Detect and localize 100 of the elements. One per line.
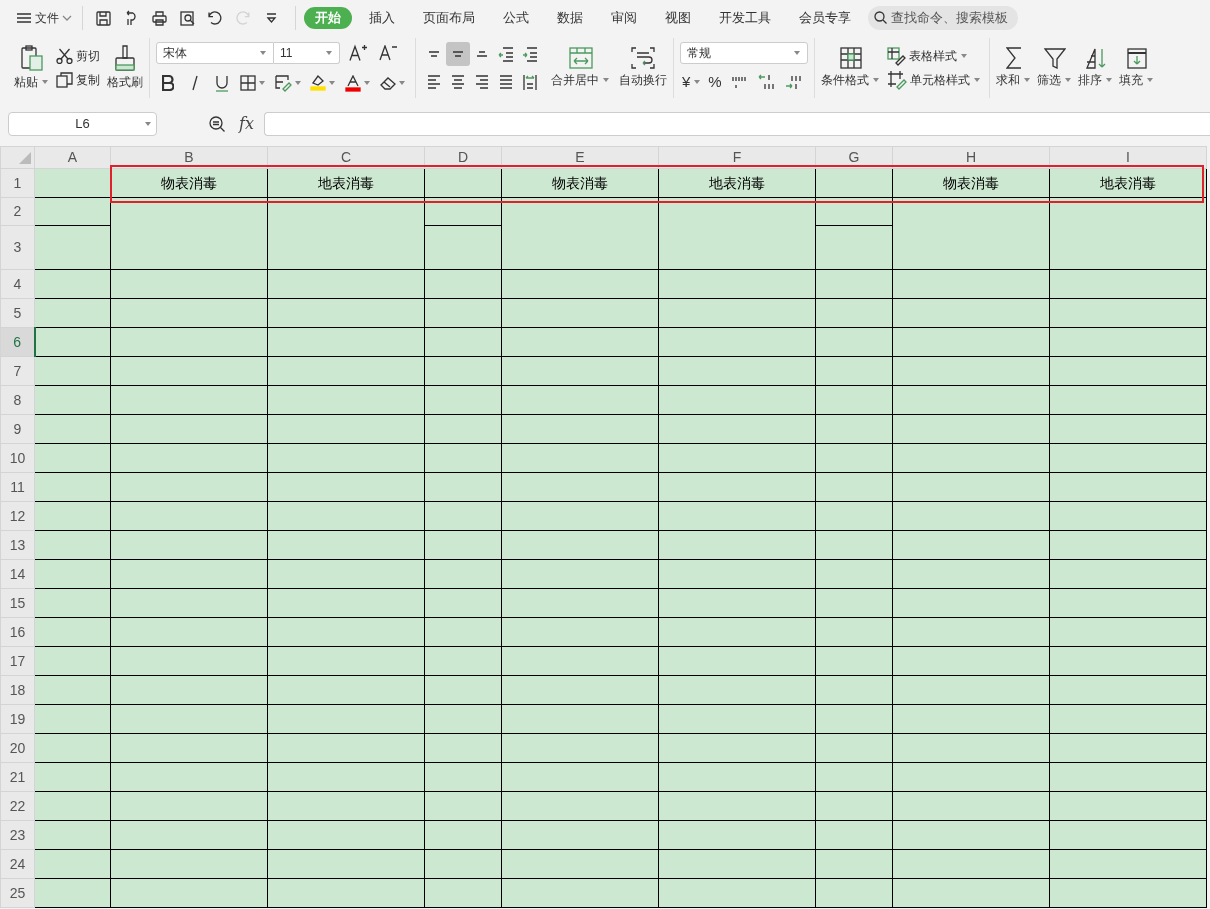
ribbon-tab[interactable]: 会员专享: [788, 6, 862, 30]
row-header[interactable]: 12: [0, 501, 35, 531]
file-menu-button[interactable]: 文件: [14, 6, 74, 30]
ribbon-tab[interactable]: 公式: [492, 6, 540, 30]
row-header[interactable]: 22: [0, 791, 35, 821]
row-header[interactable]: 13: [0, 530, 35, 560]
row-header[interactable]: 6: [0, 327, 35, 357]
caret-icon: [693, 79, 702, 85]
row-header[interactable]: 14: [0, 559, 35, 589]
cut-button[interactable]: 剪切: [54, 44, 102, 68]
filter-label: 筛选: [1037, 71, 1061, 89]
row-header[interactable]: 25: [0, 878, 35, 908]
underline-icon: [215, 74, 229, 92]
font-color-icon: [345, 74, 361, 92]
caret-icon: [960, 53, 968, 59]
fill-button[interactable]: 填充: [1119, 47, 1154, 89]
dropdown-icon: [265, 13, 277, 23]
conditional-format-button[interactable]: 条件格式: [821, 47, 880, 89]
align-bottom-icon: [476, 51, 488, 57]
row-header[interactable]: 3: [0, 225, 35, 270]
column-header[interactable]: A: [34, 146, 111, 169]
merge-center-button[interactable]: 合并居中: [551, 47, 610, 89]
increase-decimal-icon: [757, 74, 774, 90]
fill-label: 填充: [1119, 71, 1143, 89]
number-format-field[interactable]: 常规: [680, 42, 808, 64]
table-style-button[interactable]: 表格样式: [885, 44, 983, 68]
row-header[interactable]: 5: [0, 298, 35, 328]
chevron-icon: [62, 15, 72, 21]
caret-icon: [793, 50, 801, 56]
cell-style-button[interactable]: 单元格样式: [885, 68, 983, 92]
row-header[interactable]: 19: [0, 704, 35, 734]
caret-icon: [1105, 76, 1113, 83]
zoom-icon: [208, 115, 226, 133]
copy-button[interactable]: 复制: [54, 68, 102, 92]
sum-label: 求和: [996, 72, 1020, 89]
row-header[interactable]: 17: [0, 646, 35, 676]
fill-color-icon: [310, 75, 326, 91]
cell-brush-icon: [887, 70, 907, 90]
format-painter-label: 格式刷: [107, 74, 143, 91]
save-icon: [95, 10, 111, 26]
ribbon-tab[interactable]: 插入: [358, 6, 406, 30]
percent-button[interactable]: %: [706, 70, 724, 94]
row-header[interactable]: 10: [0, 443, 35, 473]
align-middle-button[interactable]: [446, 42, 470, 66]
name-box[interactable]: L6: [8, 112, 157, 136]
column-header[interactable]: B: [110, 146, 268, 169]
sheet-cell: 物表消毒: [110, 168, 268, 198]
filter-button[interactable]: 筛选: [1037, 47, 1072, 89]
sum-button[interactable]: 求和: [996, 47, 1031, 89]
ribbon-tab[interactable]: 页面布局: [412, 6, 486, 30]
menu-icon: [16, 13, 32, 23]
row-header[interactable]: 15: [0, 588, 35, 618]
search-field[interactable]: 查找命令、搜索模板: [868, 5, 1018, 31]
sort-button[interactable]: 排序: [1078, 47, 1113, 89]
column-header[interactable]: I: [1049, 146, 1207, 169]
clipboard-icon: [20, 45, 43, 71]
row-header[interactable]: 11: [0, 472, 35, 502]
format-painter-button[interactable]: 格式刷: [107, 45, 143, 91]
ribbon-tab[interactable]: 审阅: [600, 6, 648, 30]
row-header[interactable]: 7: [0, 356, 35, 386]
sort-label: 排序: [1078, 71, 1102, 89]
wrap-text-button[interactable]: 自动换行: [619, 47, 667, 89]
align-left-icon: [427, 75, 441, 89]
column-header[interactable]: F: [658, 146, 816, 169]
row-header[interactable]: 2: [0, 197, 35, 226]
align-right-icon: [475, 75, 489, 89]
row-header[interactable]: 8: [0, 385, 35, 415]
row-header[interactable]: 23: [0, 820, 35, 850]
sort-icon: [1085, 47, 1106, 69]
row-header[interactable]: 16: [0, 617, 35, 647]
row-header[interactable]: 4: [0, 269, 35, 299]
paste-arrow-icon: [125, 10, 137, 26]
thousands-separator-icon: [731, 75, 746, 89]
sheet-cell: 地表消毒: [267, 168, 425, 198]
sheet-cell: 物表消毒: [892, 168, 1050, 198]
row-header[interactable]: 1: [0, 168, 35, 198]
row-header[interactable]: 24: [0, 849, 35, 879]
formula-input[interactable]: [263, 112, 1210, 136]
distributed-icon: [523, 73, 537, 91]
font-size-field[interactable]: 11: [274, 42, 340, 64]
ribbon-tab[interactable]: 数据: [546, 6, 594, 30]
column-header[interactable]: C: [267, 146, 425, 169]
print-preview-icon: [179, 10, 195, 26]
column-header[interactable]: H: [892, 146, 1050, 169]
increase-indent-icon: [522, 46, 538, 62]
row-header[interactable]: 21: [0, 762, 35, 792]
ribbon-tab[interactable]: 开发工具: [708, 6, 782, 30]
paste-button[interactable]: 粘贴: [14, 45, 49, 91]
italic-icon: [192, 75, 198, 91]
row-header[interactable]: 20: [0, 733, 35, 763]
ribbon-tab[interactable]: 视图: [654, 6, 702, 30]
funnel-icon: [1043, 47, 1066, 69]
row-header[interactable]: 9: [0, 414, 35, 444]
brush-icon: [115, 45, 135, 71]
row-header[interactable]: 18: [0, 675, 35, 705]
caret-icon: [325, 50, 333, 56]
column-header[interactable]: E: [501, 146, 659, 169]
decrease-decimal-icon: [784, 74, 801, 90]
font-name-field[interactable]: 宋体: [156, 42, 274, 64]
currency-button[interactable]: ¥: [680, 70, 704, 94]
